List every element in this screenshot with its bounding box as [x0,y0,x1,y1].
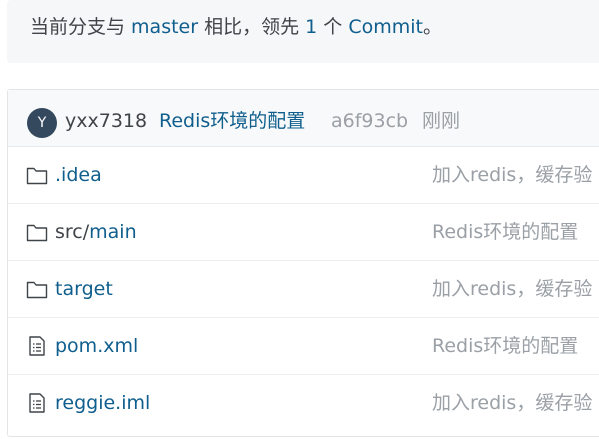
file-name: .idea [55,164,102,186]
branch-compare-text: 当前分支与 master 相比，领先 1 个 Commit。 [30,14,442,40]
folder-icon [26,224,48,242]
file-row[interactable]: .idea 加入redis，缓存验 [8,147,599,204]
file-last-commit[interactable]: Redis环境的配置 [432,218,578,246]
file-tree: Y yxx7318 Redis环境的配置 a6f93cb 刚刚 .idea 加入… [7,89,599,437]
path-prefix: src/ [55,221,90,243]
file-name-link[interactable]: pom.xml [55,332,138,360]
file-icon [29,336,45,356]
file-row[interactable]: pom.xml Redis环境的配置 [8,318,599,375]
commit-sha-link[interactable]: a6f93cb [331,107,408,135]
file-last-commit[interactable]: 加入redis，缓存验 [432,389,592,417]
repo-page: 当前分支与 master 相比，领先 1 个 Commit。 Y yxx7318… [0,0,599,439]
file-name-link[interactable]: src/main [55,218,137,246]
file-name-link[interactable]: target [55,275,113,303]
file-name: pom.xml [55,335,139,357]
file-row[interactable]: src/main Redis环境的配置 [8,204,599,261]
latest-commit-header: Y yxx7318 Redis环境的配置 a6f93cb 刚刚 [8,90,599,147]
folder-icon [26,167,48,185]
ahead-count-link[interactable]: 1 [305,16,317,38]
file-last-commit[interactable]: 加入redis，缓存验 [432,275,592,303]
file-row[interactable]: target 加入redis，缓存验 [8,261,599,318]
author-avatar[interactable]: Y [27,108,57,138]
compare-middle: 相比，领先 [198,16,306,38]
file-name: target [55,278,113,300]
folder-icon [26,281,48,299]
file-row[interactable]: reggie.iml 加入redis，缓存验 [8,375,599,431]
file-name: main [89,221,137,243]
commit-link[interactable]: Commit [348,16,423,38]
branch-compare-banner: 当前分支与 master 相比，领先 1 个 Commit。 [7,0,599,63]
commit-message-link[interactable]: Redis环境的配置 [159,107,305,135]
compare-suffix: 。 [422,16,442,38]
file-icon [29,393,45,413]
file-name-link[interactable]: reggie.iml [55,389,150,417]
file-name: reggie.iml [55,392,151,414]
compare-space: 个 [317,16,349,38]
commit-author[interactable]: yxx7318 [65,107,147,135]
branch-link-master[interactable]: master [131,16,198,38]
file-name-link[interactable]: .idea [55,161,102,189]
compare-prefix: 当前分支与 [30,16,132,38]
file-last-commit[interactable]: 加入redis，缓存验 [432,161,592,189]
commit-time: 刚刚 [422,110,461,132]
file-last-commit[interactable]: Redis环境的配置 [432,332,578,360]
